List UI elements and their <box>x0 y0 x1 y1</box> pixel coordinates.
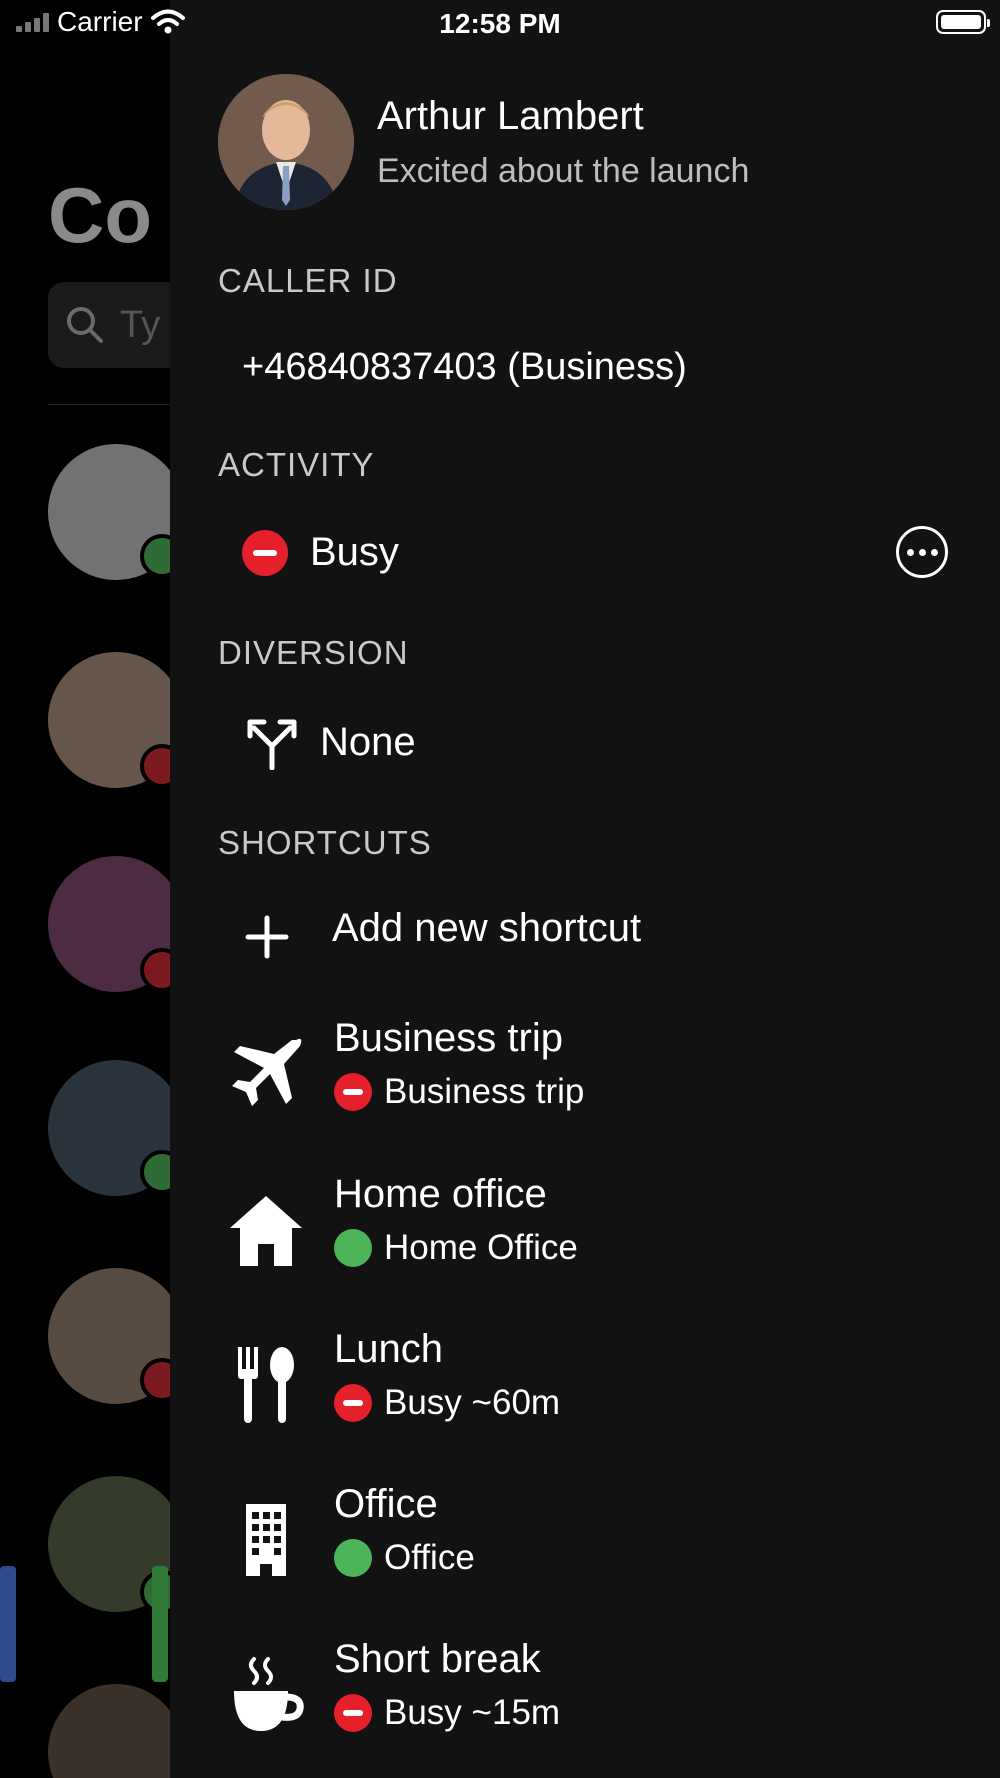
profile-avatar[interactable] <box>218 74 354 210</box>
airplane-icon <box>232 1038 302 1106</box>
busy-icon <box>334 1384 372 1422</box>
home-icon <box>230 1196 302 1266</box>
profile-name: Arthur Lambert <box>377 94 644 138</box>
clock: 12:58 PM <box>439 8 561 39</box>
shortcut-status: Business trip <box>384 1072 585 1111</box>
shortcut-business-trip[interactable]: Business trip Business trip <box>170 1016 1000 1156</box>
profile-drawer: Arthur Lambert Excited about the launch … <box>170 0 1000 1778</box>
status-bar: Carrier 12:58 PM <box>0 0 1000 50</box>
add-shortcut-button[interactable]: Add new shortcut <box>332 906 641 951</box>
busy-icon <box>334 1073 372 1111</box>
shortcut-title: Lunch <box>334 1327 443 1371</box>
shortcut-status: Home Office <box>384 1228 578 1267</box>
available-icon <box>334 1539 372 1577</box>
avatar[interactable] <box>48 1684 170 1778</box>
contacts-background: Co Ty <box>0 0 170 1778</box>
building-icon <box>246 1504 286 1576</box>
shortcut-status: Busy ~60m <box>384 1383 561 1422</box>
plus-icon[interactable] <box>244 914 290 960</box>
search-placeholder: Ty <box>120 304 161 346</box>
shortcut-short-break[interactable]: Short break Busy ~15m <box>170 1637 1000 1777</box>
shortcut-title: Home office <box>334 1172 547 1216</box>
shortcut-status: Busy ~15m <box>384 1693 561 1732</box>
divider <box>48 404 170 405</box>
shortcuts-header: SHORTCUTS <box>218 824 432 861</box>
diversion-header: DIVERSION <box>218 634 409 671</box>
scroll-tab <box>0 1566 16 1682</box>
shortcut-office[interactable]: Office Office <box>170 1482 1000 1622</box>
contacts-title: Co <box>48 171 152 259</box>
busy-icon <box>242 530 288 576</box>
profile-photo <box>218 74 354 210</box>
profile-status-message[interactable]: Excited about the launch <box>377 152 749 191</box>
battery-icon <box>936 10 990 34</box>
shortcut-title: Business trip <box>334 1016 563 1060</box>
shortcut-title: Short break <box>334 1637 541 1681</box>
shortcut-status: Office <box>384 1538 475 1577</box>
activity-more-button[interactable] <box>896 526 948 578</box>
coffee-icon <box>234 1657 304 1731</box>
shortcut-title: Office <box>334 1482 438 1526</box>
activity-header: ACTIVITY <box>218 446 375 483</box>
utensils-icon <box>238 1347 294 1423</box>
search-icon <box>67 307 103 343</box>
busy-icon <box>334 1694 372 1732</box>
caller-id-value[interactable]: +46840837403 (Business) <box>242 346 687 389</box>
shortcut-home-office[interactable]: Home office Home Office <box>170 1172 1000 1312</box>
contacts-search[interactable]: Ty <box>48 282 170 368</box>
shortcut-lunch[interactable]: Lunch Busy ~60m <box>170 1327 1000 1467</box>
caller-id-header: CALLER ID <box>218 262 398 299</box>
scroll-tab <box>152 1566 168 1682</box>
available-icon <box>334 1229 372 1267</box>
activity-value[interactable]: Busy <box>310 530 399 575</box>
diversion-icon <box>247 719 297 770</box>
diversion-value[interactable]: None <box>320 720 416 765</box>
